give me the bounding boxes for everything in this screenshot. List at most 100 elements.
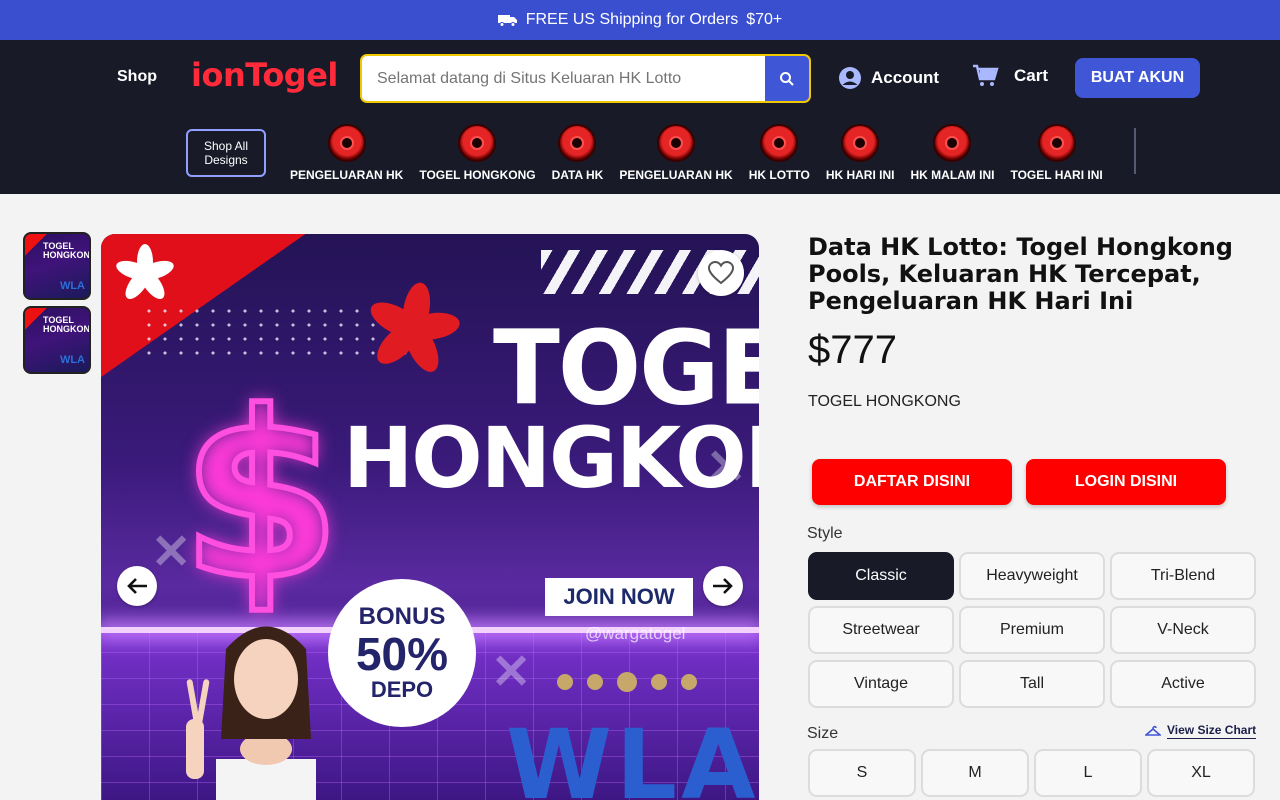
thumbnail-text: TOGEL HONGKONG bbox=[43, 315, 90, 334]
style-option-tri-blend[interactable]: Tri-Blend bbox=[1110, 552, 1256, 600]
style-label: Style bbox=[807, 525, 843, 542]
sharingan-icon bbox=[760, 124, 799, 162]
style-option-active[interactable]: Active bbox=[1110, 660, 1256, 708]
search-icon bbox=[780, 71, 794, 86]
thumbnail-2[interactable]: TOGEL HONGKONG WLA bbox=[23, 306, 91, 374]
model-photo bbox=[186, 626, 316, 800]
register-button[interactable]: DAFTAR DISINI bbox=[812, 459, 1012, 505]
size-option-s[interactable]: S bbox=[808, 749, 916, 797]
size-chart-link[interactable]: View Size Chart bbox=[1145, 723, 1257, 739]
category-label: HK MALAM INI bbox=[910, 168, 995, 182]
heart-icon bbox=[708, 261, 734, 285]
promo-amount: $70+ bbox=[746, 11, 783, 28]
category-hk-lotto[interactable]: HK LOTTO bbox=[741, 124, 818, 184]
bauhinia-flower-large-icon bbox=[370, 282, 460, 372]
nav-divider bbox=[1134, 128, 1136, 174]
create-account-button[interactable]: BUAT AKUN bbox=[1075, 58, 1200, 98]
search-bar bbox=[360, 54, 811, 103]
product-title: Data HK Lotto: Togel Hongkong Pools, Kel… bbox=[808, 233, 1233, 315]
style-option-heavyweight[interactable]: Heavyweight bbox=[959, 552, 1105, 600]
x-decoration-icon: ✕ bbox=[491, 646, 532, 699]
prev-image-button[interactable] bbox=[117, 566, 157, 606]
x-decoration-icon: ✕ bbox=[151, 526, 192, 579]
size-options: S M L XL bbox=[808, 749, 1255, 797]
style-option-premium[interactable]: Premium bbox=[959, 606, 1105, 654]
bauhinia-flower-icon bbox=[116, 244, 174, 300]
gold-dots bbox=[557, 670, 697, 694]
size-option-m[interactable]: M bbox=[921, 749, 1029, 797]
user-icon bbox=[839, 67, 861, 89]
category-pengeluaran-hk-2[interactable]: PENGELUARAN HK bbox=[611, 124, 740, 184]
category-togel-hari-ini[interactable]: TOGEL HARI INI bbox=[1002, 124, 1110, 184]
category-nav: PENGELUARAN HK TOGEL HONGKONG DATA HK PE… bbox=[282, 124, 1111, 184]
cart-icon bbox=[973, 64, 999, 86]
search-input[interactable] bbox=[362, 56, 767, 101]
thumbnail-1[interactable]: TOGEL HONGKONG WLA bbox=[23, 232, 91, 300]
size-chart-label: View Size Chart bbox=[1167, 723, 1257, 739]
thumbnail-text: TOGEL HONGKONG bbox=[43, 241, 90, 260]
category-hk-malam-ini[interactable]: HK MALAM INI bbox=[902, 124, 1002, 184]
neon-dollar-icon: $ bbox=[178, 361, 344, 634]
sharingan-icon bbox=[657, 124, 696, 162]
style-option-classic[interactable]: Classic bbox=[808, 552, 954, 600]
bonus-line1: BONUS bbox=[358, 603, 446, 630]
sharingan-icon bbox=[558, 124, 597, 162]
sharingan-icon bbox=[841, 124, 880, 162]
hanger-icon bbox=[1145, 725, 1161, 736]
category-label: HK HARI INI bbox=[825, 168, 895, 182]
search-button[interactable] bbox=[765, 56, 809, 101]
x-decoration-icon: ✕ bbox=[706, 441, 747, 494]
sharingan-icon bbox=[458, 124, 497, 162]
shop-all-designs-button[interactable]: Shop All Designs bbox=[186, 129, 266, 177]
category-label: TOGEL HARI INI bbox=[1010, 168, 1103, 182]
thumbnail-brand: WLA bbox=[59, 280, 85, 292]
product-vendor: TOGEL HONGKONG bbox=[808, 393, 961, 410]
login-button[interactable]: LOGIN DISINI bbox=[1026, 459, 1226, 505]
size-option-l[interactable]: L bbox=[1034, 749, 1142, 797]
category-hk-hari-ini[interactable]: HK HARI INI bbox=[818, 124, 903, 184]
arrow-right-icon bbox=[713, 578, 733, 594]
sharingan-icon bbox=[1037, 124, 1076, 162]
category-pengeluaran-hk[interactable]: PENGELUARAN HK bbox=[282, 124, 411, 184]
shop-link[interactable]: Shop bbox=[117, 68, 157, 86]
category-label: PENGELUARAN HK bbox=[290, 168, 404, 182]
thumbnail-brand: WLA bbox=[59, 354, 85, 366]
category-label: TOGEL HONGKONG bbox=[419, 168, 536, 182]
thumbnail-list: TOGEL HONGKONG WLA TOGEL HONGKONG WLA bbox=[23, 232, 91, 380]
arrow-left-icon bbox=[127, 578, 147, 594]
style-option-vintage[interactable]: Vintage bbox=[808, 660, 954, 708]
account-link[interactable]: Account bbox=[838, 66, 939, 90]
site-logo[interactable]: ionTogel bbox=[191, 56, 338, 94]
sharingan-icon bbox=[933, 124, 972, 162]
cart-link[interactable]: Cart bbox=[972, 64, 1048, 88]
cart-label: Cart bbox=[1014, 66, 1049, 85]
bonus-line3: DEPO bbox=[370, 677, 434, 702]
promo-text: FREE US Shipping for Orders bbox=[525, 11, 739, 28]
bonus-line2: 50% bbox=[355, 628, 449, 680]
size-label: Size bbox=[807, 725, 839, 742]
product-image: $ TOGEL HONGKONG ✕ ✕ ✕ JOIN NOW @wargato… bbox=[101, 234, 759, 800]
sharingan-icon bbox=[327, 124, 366, 162]
promo-bar: FREE US Shipping for Orders $70+ bbox=[0, 0, 1280, 40]
category-label: PENGELUARAN HK bbox=[619, 168, 733, 182]
banner-title-line2: HONGKONG bbox=[343, 409, 759, 507]
product-price: $777 bbox=[808, 328, 897, 372]
banner-brand: WLA bbox=[506, 709, 759, 800]
category-data-hk[interactable]: DATA HK bbox=[544, 124, 612, 184]
account-label: Account bbox=[871, 68, 939, 87]
truck-icon bbox=[497, 15, 517, 27]
category-togel-hongkong[interactable]: TOGEL HONGKONG bbox=[411, 124, 543, 184]
banner-join-now: JOIN NOW bbox=[545, 578, 693, 616]
site-header: Shop ionTogel Account Cart BUAT AKUN Sho… bbox=[0, 40, 1280, 194]
size-option-xl[interactable]: XL bbox=[1147, 749, 1255, 797]
style-option-v-neck[interactable]: V-Neck bbox=[1110, 606, 1256, 654]
next-image-button[interactable] bbox=[703, 566, 743, 606]
style-options: Classic Heavyweight Tri-Blend Streetwear… bbox=[808, 552, 1256, 708]
style-option-tall[interactable]: Tall bbox=[959, 660, 1105, 708]
bonus-badge: BONUS 50% DEPO bbox=[328, 579, 476, 727]
wishlist-button[interactable] bbox=[698, 250, 744, 296]
category-label: HK LOTTO bbox=[748, 168, 810, 182]
style-option-streetwear[interactable]: Streetwear bbox=[808, 606, 954, 654]
banner-handle: @wargatogel bbox=[585, 624, 686, 643]
category-label: DATA HK bbox=[551, 168, 604, 182]
